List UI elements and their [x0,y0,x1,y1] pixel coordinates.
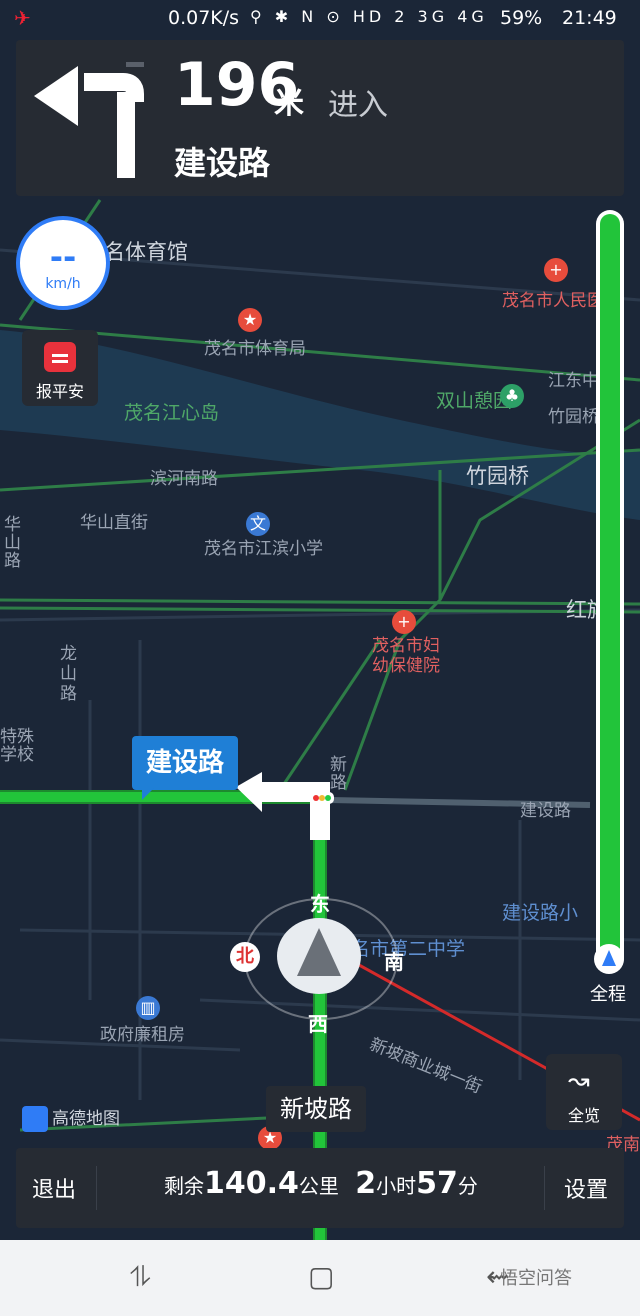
compass-north: 北 [230,942,260,972]
car-position-icon [277,918,361,994]
speed-value: -- [49,238,77,276]
map-label: 名体育馆 [104,240,188,264]
remaining-minutes: 57 [416,1166,458,1201]
report-safety-label: 报平安 [35,382,84,401]
home-button[interactable]: ▢ [308,1260,334,1293]
watermark-text: 悟空问答 [500,1268,572,1289]
remaining-hours: 2 [355,1166,377,1201]
clock: 21:49 [562,7,617,29]
bottom-bar: 退出 剩余140.4公里 2小时57分 设置 [16,1148,624,1228]
system-nav-bar: ⥮ ▢ ⇜ 悟空问答 [0,1240,640,1316]
map-label: 竹园桥 [466,464,529,488]
map-label: 茂名市妇幼保健院 [372,636,440,676]
map-label: 茂名市江滨小学 [204,539,323,559]
school-icon[interactable]: 文 [246,512,270,536]
map-label: 政府廉租房 [100,1025,185,1045]
map-label: 滨河南路 [150,469,218,489]
map-label: 建设路 [520,801,571,821]
progress-car-icon [594,944,624,974]
overview-label: 全览 [567,1106,600,1125]
battery-level: 59% [500,7,543,29]
map-label: 华山路 [4,515,21,571]
turn-left-icon [34,62,144,178]
envelope-icon [44,342,76,372]
route-progress-label: 全程 [590,984,626,1005]
recent-apps-button[interactable]: ⥮ [130,1260,150,1294]
distance-unit: 米 [274,86,304,121]
map-label: 建设路小 [502,902,579,924]
logo-text: 高德地图 [52,1109,120,1129]
hospital-icon[interactable]: + [544,258,568,282]
route-progress-fill [600,214,620,968]
remaining-distance-unit: 公里 [298,1174,339,1198]
building-icon[interactable]: ▥ [136,996,160,1020]
current-road-tag: 建设路 [132,736,239,800]
exit-button[interactable]: 退出 [32,1172,76,1204]
map-label: 华山直街 [80,513,148,533]
divider [96,1166,97,1210]
map-label: 龙山路 [60,644,77,704]
remaining-distance: 140.4 [204,1166,299,1201]
compass-south: 南 [384,950,404,974]
net-speed: 0.07K/s [168,7,240,29]
amap-logo: 高德地图 [22,1104,120,1132]
route-overview-icon: ↝ [568,1066,590,1096]
turn-action: 进入 [328,88,388,123]
map-label: 特殊学校 [0,727,34,765]
route-progress-bar [594,210,624,974]
hours-unit: 小时 [376,1174,417,1198]
map-label: 竹园桥 [548,407,599,427]
speed-unit: km/h [45,276,81,292]
next-road-name: 建设路 [174,144,271,182]
turn-instruction-panel[interactable]: 196 米 进入 建设路 [16,40,624,196]
map-label: 新路 [330,755,347,793]
status-icons: ⚲ ✱ N ⊙ HD 2 3G 4G [250,7,488,26]
map-label: 江东中 [548,371,599,391]
hospital-icon[interactable]: + [392,610,416,634]
minutes-unit: 分 [457,1174,478,1198]
compass[interactable]: 北 东 南 西 [230,892,404,1036]
compass-east: 东 [310,892,330,916]
remaining-prefix: 剩余 [164,1174,204,1198]
park-icon[interactable]: ♣ [500,384,524,408]
map-label: 茂名市体育局 [204,339,306,359]
compass-west: 西 [308,1012,328,1036]
divider [544,1166,545,1210]
map-label: 茂名市人民医 [502,291,604,311]
next-road-tag: 新坡路 [266,1086,366,1132]
map-label: 茂名江心岛 [124,402,220,424]
amap-logo-icon [22,1106,48,1132]
notification-app-icon: ✈ [14,6,31,30]
remaining-info: 剩余140.4公里 2小时57分 [164,1166,478,1201]
report-safety-button[interactable]: 报平安 [22,330,98,406]
poi-star-icon[interactable]: ★ [238,308,262,332]
status-bar: ✈ 0.07K/s ⚲ ✱ N ⊙ HD 2 3G 4G 59% 21:49 [0,0,640,38]
speedometer: -- km/h [16,216,110,310]
settings-button[interactable]: 设置 [564,1172,608,1204]
overview-button[interactable]: ↝ 全览 [546,1054,622,1130]
